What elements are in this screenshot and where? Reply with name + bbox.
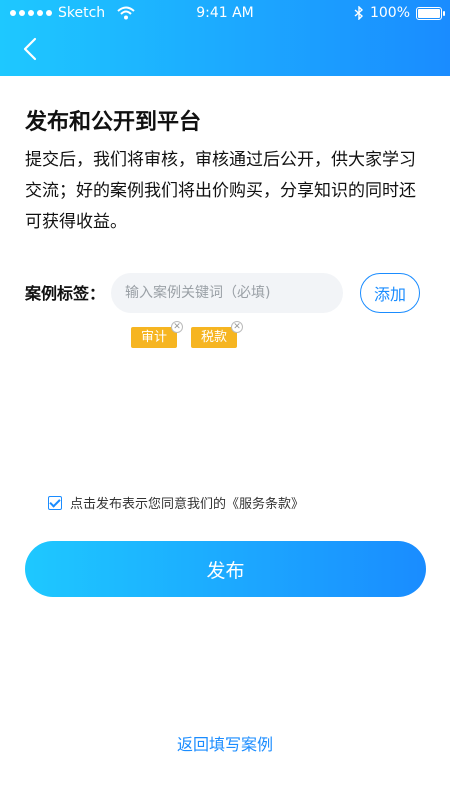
battery-percent: 100% [369, 5, 410, 21]
remove-tag-icon[interactable]: ✕ [171, 321, 184, 333]
tag-keyword-input[interactable] [111, 273, 343, 313]
agreement-text[interactable]: 点击发布表示您同意我们的《服务条款》 [70, 493, 304, 512]
return-to-edit-link[interactable]: 返回填写案例 [0, 731, 450, 755]
add-tag-button[interactable]: 添加 [360, 273, 420, 313]
status-right: 100% [354, 0, 445, 26]
chevron-left-icon[interactable] [18, 36, 44, 62]
bluetooth-icon [354, 6, 363, 20]
tags-label: 案例标签： [25, 284, 106, 303]
tag-chip-label: 税款 [201, 330, 228, 345]
agreement-row: 点击发布表示您同意我们的《服务条款》 [48, 493, 304, 512]
tag-chip: 税款 ✕ [191, 321, 244, 348]
agreement-checkbox[interactable] [48, 495, 62, 510]
app-header: Sketch 9:41 AM 100% [0, 0, 450, 76]
tag-chip: 审计 ✕ [131, 321, 184, 348]
page-title: 发布和公开到平台 [25, 110, 202, 135]
remove-tag-icon[interactable]: ✕ [231, 321, 244, 333]
page-description: 提交后，我们将审核，审核通过后公开，供大家学习交流；好的案例我们将出价购买，分享… [25, 150, 416, 232]
publish-button[interactable]: 发布 [25, 541, 426, 597]
status-bar: Sketch 9:41 AM 100% [0, 0, 450, 26]
battery-icon [416, 6, 445, 20]
tag-chip-label: 审计 [141, 330, 168, 345]
